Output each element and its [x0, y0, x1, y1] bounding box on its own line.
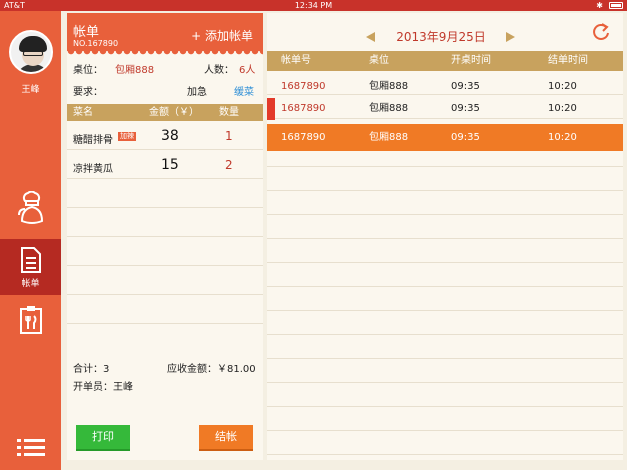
col-table: 桌位	[369, 55, 389, 66]
nav-kitchen[interactable]	[0, 184, 61, 234]
total-count: 合计：3	[73, 364, 110, 375]
settle-button[interactable]: 结帐	[199, 425, 253, 449]
bill-info-row: 桌位： 包厢888 人数： 6人	[73, 61, 257, 76]
bill-panel: 帐单 NO.167890 + 添加帐单 桌位： 包厢888 人数： 6人 要求：…	[67, 13, 263, 460]
nav-list[interactable]	[0, 433, 61, 463]
clipboard-utensils-icon	[19, 306, 42, 334]
open-time-cell: 09:35	[451, 81, 480, 92]
dish-row[interactable]: 糖醋排骨 加辣 38 1	[67, 122, 263, 150]
row-marker	[267, 98, 275, 120]
nav-bill[interactable]: 帐单	[0, 239, 61, 295]
bill-no-cell: 1687890	[281, 103, 326, 114]
col-bill-no: 帐单号	[281, 55, 311, 66]
table-value: 包厢888	[115, 65, 155, 76]
receivable-amount: 应收金额：￥81.00	[167, 364, 256, 375]
chef-icon	[17, 191, 43, 224]
orders-table-header: 帐单号 桌位 开桌时间 结单时间	[267, 51, 623, 71]
col-qty: 数量	[219, 107, 239, 118]
close-time-cell: 10:20	[548, 132, 577, 143]
status-bar: AT&T 12:34 PM ✱	[0, 0, 627, 11]
col-open-time: 开桌时间	[451, 55, 491, 66]
dish-price: 15	[161, 157, 179, 173]
people-label: 人数：	[204, 65, 234, 76]
clock: 12:34 PM	[294, 1, 333, 10]
bill-header: 帐单 NO.167890 + 添加帐单	[67, 13, 263, 55]
col-amount: 金额（￥）	[149, 107, 199, 118]
col-close-time: 结单时间	[548, 55, 588, 66]
refresh-icon[interactable]	[591, 22, 611, 42]
bill-no-cell: 1687890	[281, 81, 326, 92]
urgent-button[interactable]: 加急	[187, 83, 207, 98]
table-row[interactable]: 1687890 包厢888 09:35 10:20	[267, 76, 623, 98]
people-value: 6人	[239, 65, 256, 76]
orders-panel: 2013年9月25日 帐单号 桌位 开桌时间 结单时间 1687890 包厢88…	[267, 13, 623, 460]
bill-title: 帐单	[73, 25, 100, 40]
request-row: 要求： 加急 缓菜	[73, 83, 257, 98]
nav-bill-label: 帐单	[21, 278, 40, 289]
bill-icon	[20, 246, 41, 273]
list-icon	[16, 439, 45, 456]
avatar[interactable]	[9, 30, 53, 74]
current-date: 2013年9月25日	[396, 30, 486, 44]
next-date-icon[interactable]	[506, 32, 515, 42]
dish-table-header: 菜名 金额（￥） 数量	[67, 104, 263, 121]
dish-tag: 加辣	[118, 132, 136, 141]
prev-date-icon[interactable]	[366, 32, 375, 42]
dish-qty: 2	[225, 158, 233, 172]
open-time-cell: 09:35	[451, 103, 480, 114]
opener-name: 开单员：王峰	[73, 382, 133, 393]
table-cell: 包厢888	[369, 81, 409, 92]
dish-name: 糖醋排骨	[73, 135, 113, 146]
table-cell: 包厢888	[369, 103, 409, 114]
user-name: 王峰	[21, 85, 40, 95]
add-bill-button[interactable]: + 添加帐单	[191, 27, 253, 44]
col-dish-name: 菜名	[73, 107, 93, 118]
nav-menu[interactable]	[0, 298, 61, 342]
bluetooth-icon: ✱	[596, 1, 603, 10]
bill-no-cell: 1687890	[281, 132, 326, 143]
battery-icon	[609, 2, 623, 9]
dish-qty: 1	[225, 129, 233, 143]
table-label: 桌位：	[73, 65, 103, 76]
close-time-cell: 10:20	[548, 81, 577, 92]
dish-name: 凉拌黄瓜	[73, 164, 113, 175]
print-button[interactable]: 打印	[76, 425, 130, 449]
dish-price: 38	[161, 128, 179, 144]
dish-row[interactable]: 凉拌黄瓜 15 2	[67, 151, 263, 179]
bill-number: NO.167890	[73, 39, 119, 48]
table-cell: 包厢888	[369, 132, 409, 143]
table-row[interactable]: 1687890 包厢888 09:35 10:20	[267, 98, 623, 120]
slow-serve-button[interactable]: 缓菜	[234, 83, 254, 98]
open-time-cell: 09:35	[451, 132, 480, 143]
table-row-selected[interactable]: 1687890 包厢888 09:35 10:20	[267, 124, 623, 151]
close-time-cell: 10:20	[548, 103, 577, 114]
sidebar: 王峰 帐单	[0, 11, 61, 470]
request-label: 要求：	[73, 87, 103, 98]
